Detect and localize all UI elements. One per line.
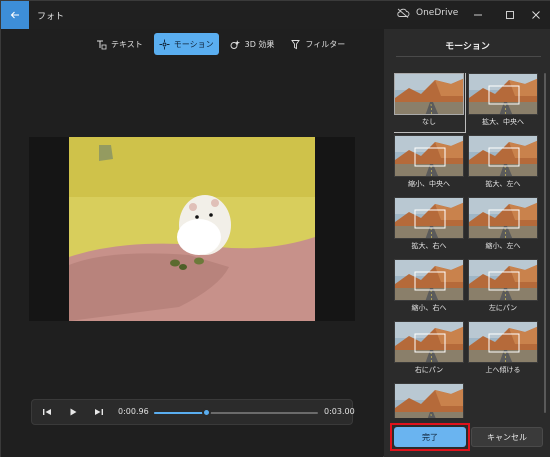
motion-label: 上へ傾ける bbox=[485, 366, 521, 374]
text-icon bbox=[97, 40, 107, 49]
motion-thumbnail bbox=[468, 259, 538, 301]
minimize-button[interactable] bbox=[463, 1, 493, 29]
motion-option[interactable]: なし bbox=[394, 73, 466, 133]
motion-frame-indicator bbox=[395, 74, 464, 115]
playback-bar: 0:00.96 0:03.00 bbox=[31, 399, 355, 425]
motion-thumbnail bbox=[468, 197, 538, 239]
tab-3d-effect-label: 3D 効果 bbox=[244, 39, 275, 49]
back-button[interactable] bbox=[1, 1, 29, 29]
motion-thumbnail bbox=[394, 259, 464, 301]
motion-icon bbox=[159, 39, 170, 49]
motion-option[interactable]: 拡大、右へ bbox=[394, 197, 464, 255]
cloud-off-icon bbox=[397, 8, 410, 18]
motion-panel: モーション なし 拡大、中央へ縮小、中央へ 拡大、左へ拡大、右へ 縮小、左へ縮小、右へ… bbox=[384, 29, 550, 457]
current-time: 0:00.96 bbox=[118, 407, 149, 416]
play-button[interactable] bbox=[66, 405, 80, 419]
motion-frame-indicator bbox=[414, 333, 446, 353]
play-icon bbox=[70, 408, 77, 416]
motion-option[interactable] bbox=[394, 383, 464, 418]
motion-frame-indicator bbox=[488, 147, 520, 167]
seek-slider[interactable] bbox=[154, 408, 318, 417]
motion-label: 縮小、右へ bbox=[411, 304, 447, 312]
motion-option[interactable]: 縮小、右へ bbox=[394, 259, 464, 317]
motion-option[interactable]: 左にパン bbox=[468, 259, 538, 317]
motion-option[interactable]: 縮小、左へ bbox=[468, 197, 538, 255]
motion-thumbnail bbox=[394, 73, 464, 115]
back-arrow-icon bbox=[10, 11, 19, 19]
skip-back-button[interactable] bbox=[40, 405, 54, 419]
app-title: フォト bbox=[37, 12, 65, 22]
done-button[interactable]: 完了 bbox=[394, 427, 466, 447]
motion-frame-indicator bbox=[488, 85, 520, 105]
tab-text-label: テキスト bbox=[111, 39, 143, 49]
minimize-icon bbox=[474, 14, 482, 16]
cancel-button[interactable]: キャンセル bbox=[471, 427, 543, 447]
motion-frame-indicator bbox=[414, 147, 446, 167]
motion-thumbnail bbox=[468, 321, 538, 363]
motion-label: 拡大、左へ bbox=[485, 180, 521, 188]
filter-icon bbox=[291, 39, 301, 49]
motion-thumbnail bbox=[394, 197, 464, 239]
motion-label: 縮小、左へ bbox=[485, 242, 521, 250]
panel-scrollbar[interactable] bbox=[544, 73, 546, 413]
motion-label: 右にパン bbox=[414, 366, 444, 374]
edit-toolbar: テキスト モーション 3D 効果 フィルター bbox=[91, 33, 350, 55]
panel-actions: 完了 キャンセル bbox=[384, 423, 550, 452]
motion-frame-indicator bbox=[414, 271, 446, 291]
motion-frame-indicator bbox=[488, 209, 520, 229]
motion-option[interactable]: 上へ傾ける bbox=[468, 321, 538, 379]
motion-thumbnail bbox=[394, 383, 464, 418]
tab-motion-label: モーション bbox=[173, 39, 214, 49]
tab-motion[interactable]: モーション bbox=[153, 33, 219, 55]
onedrive-status[interactable]: OneDrive bbox=[396, 8, 458, 18]
motion-thumbnail bbox=[394, 321, 464, 363]
motion-label: 拡大、中央へ bbox=[482, 118, 524, 126]
seek-thumb[interactable] bbox=[202, 408, 212, 417]
motion-label: 拡大、右へ bbox=[411, 242, 447, 250]
motion-frame-indicator bbox=[414, 209, 446, 229]
motion-option[interactable]: 拡大、左へ bbox=[468, 135, 538, 193]
motion-frame-indicator bbox=[488, 271, 520, 291]
tab-filter[interactable]: フィルター bbox=[285, 33, 350, 55]
3d-effect-icon bbox=[230, 39, 240, 49]
motion-thumbnail bbox=[468, 73, 538, 115]
skip-forward-icon bbox=[95, 409, 103, 415]
photos-window: フォト OneDrive テキスト モーション 3D 効果 フィルター 0:00… bbox=[0, 0, 550, 457]
skip-back-icon bbox=[43, 409, 51, 415]
motion-option[interactable]: 拡大、中央へ bbox=[468, 73, 538, 131]
tab-3d-effect[interactable]: 3D 効果 bbox=[225, 33, 280, 55]
close-icon bbox=[532, 11, 540, 19]
tab-filter-label: フィルター bbox=[305, 39, 346, 49]
divider bbox=[396, 56, 541, 57]
maximize-icon bbox=[506, 11, 514, 19]
panel-title: モーション bbox=[445, 42, 490, 52]
motion-thumbnail bbox=[394, 135, 464, 177]
tab-text[interactable]: テキスト bbox=[91, 33, 148, 55]
editor-area: テキスト モーション 3D 効果 フィルター 0:00.96 0:03.00 bbox=[1, 29, 383, 457]
motion-label: 縮小、中央へ bbox=[408, 180, 450, 188]
close-button[interactable] bbox=[521, 1, 550, 29]
skip-forward-button[interactable] bbox=[92, 405, 106, 419]
motion-frame-indicator bbox=[488, 333, 520, 353]
seek-progress bbox=[154, 412, 207, 414]
total-time: 0:03.00 bbox=[324, 407, 355, 416]
motion-option[interactable]: 右にパン bbox=[394, 321, 464, 379]
motion-label: なし bbox=[422, 118, 436, 126]
motion-thumbnail bbox=[468, 135, 538, 177]
title-bar: フォト OneDrive bbox=[1, 1, 550, 29]
motion-option[interactable]: 縮小、中央へ bbox=[394, 135, 464, 193]
video-preview bbox=[29, 137, 355, 321]
video-frame-image bbox=[69, 137, 315, 321]
onedrive-label: OneDrive bbox=[416, 8, 459, 18]
motion-label: 左にパン bbox=[488, 304, 518, 312]
motion-grid: なし 拡大、中央へ縮小、中央へ 拡大、左へ拡大、右へ 縮小、左へ縮小、右へ 左にパン右に… bbox=[394, 73, 542, 418]
